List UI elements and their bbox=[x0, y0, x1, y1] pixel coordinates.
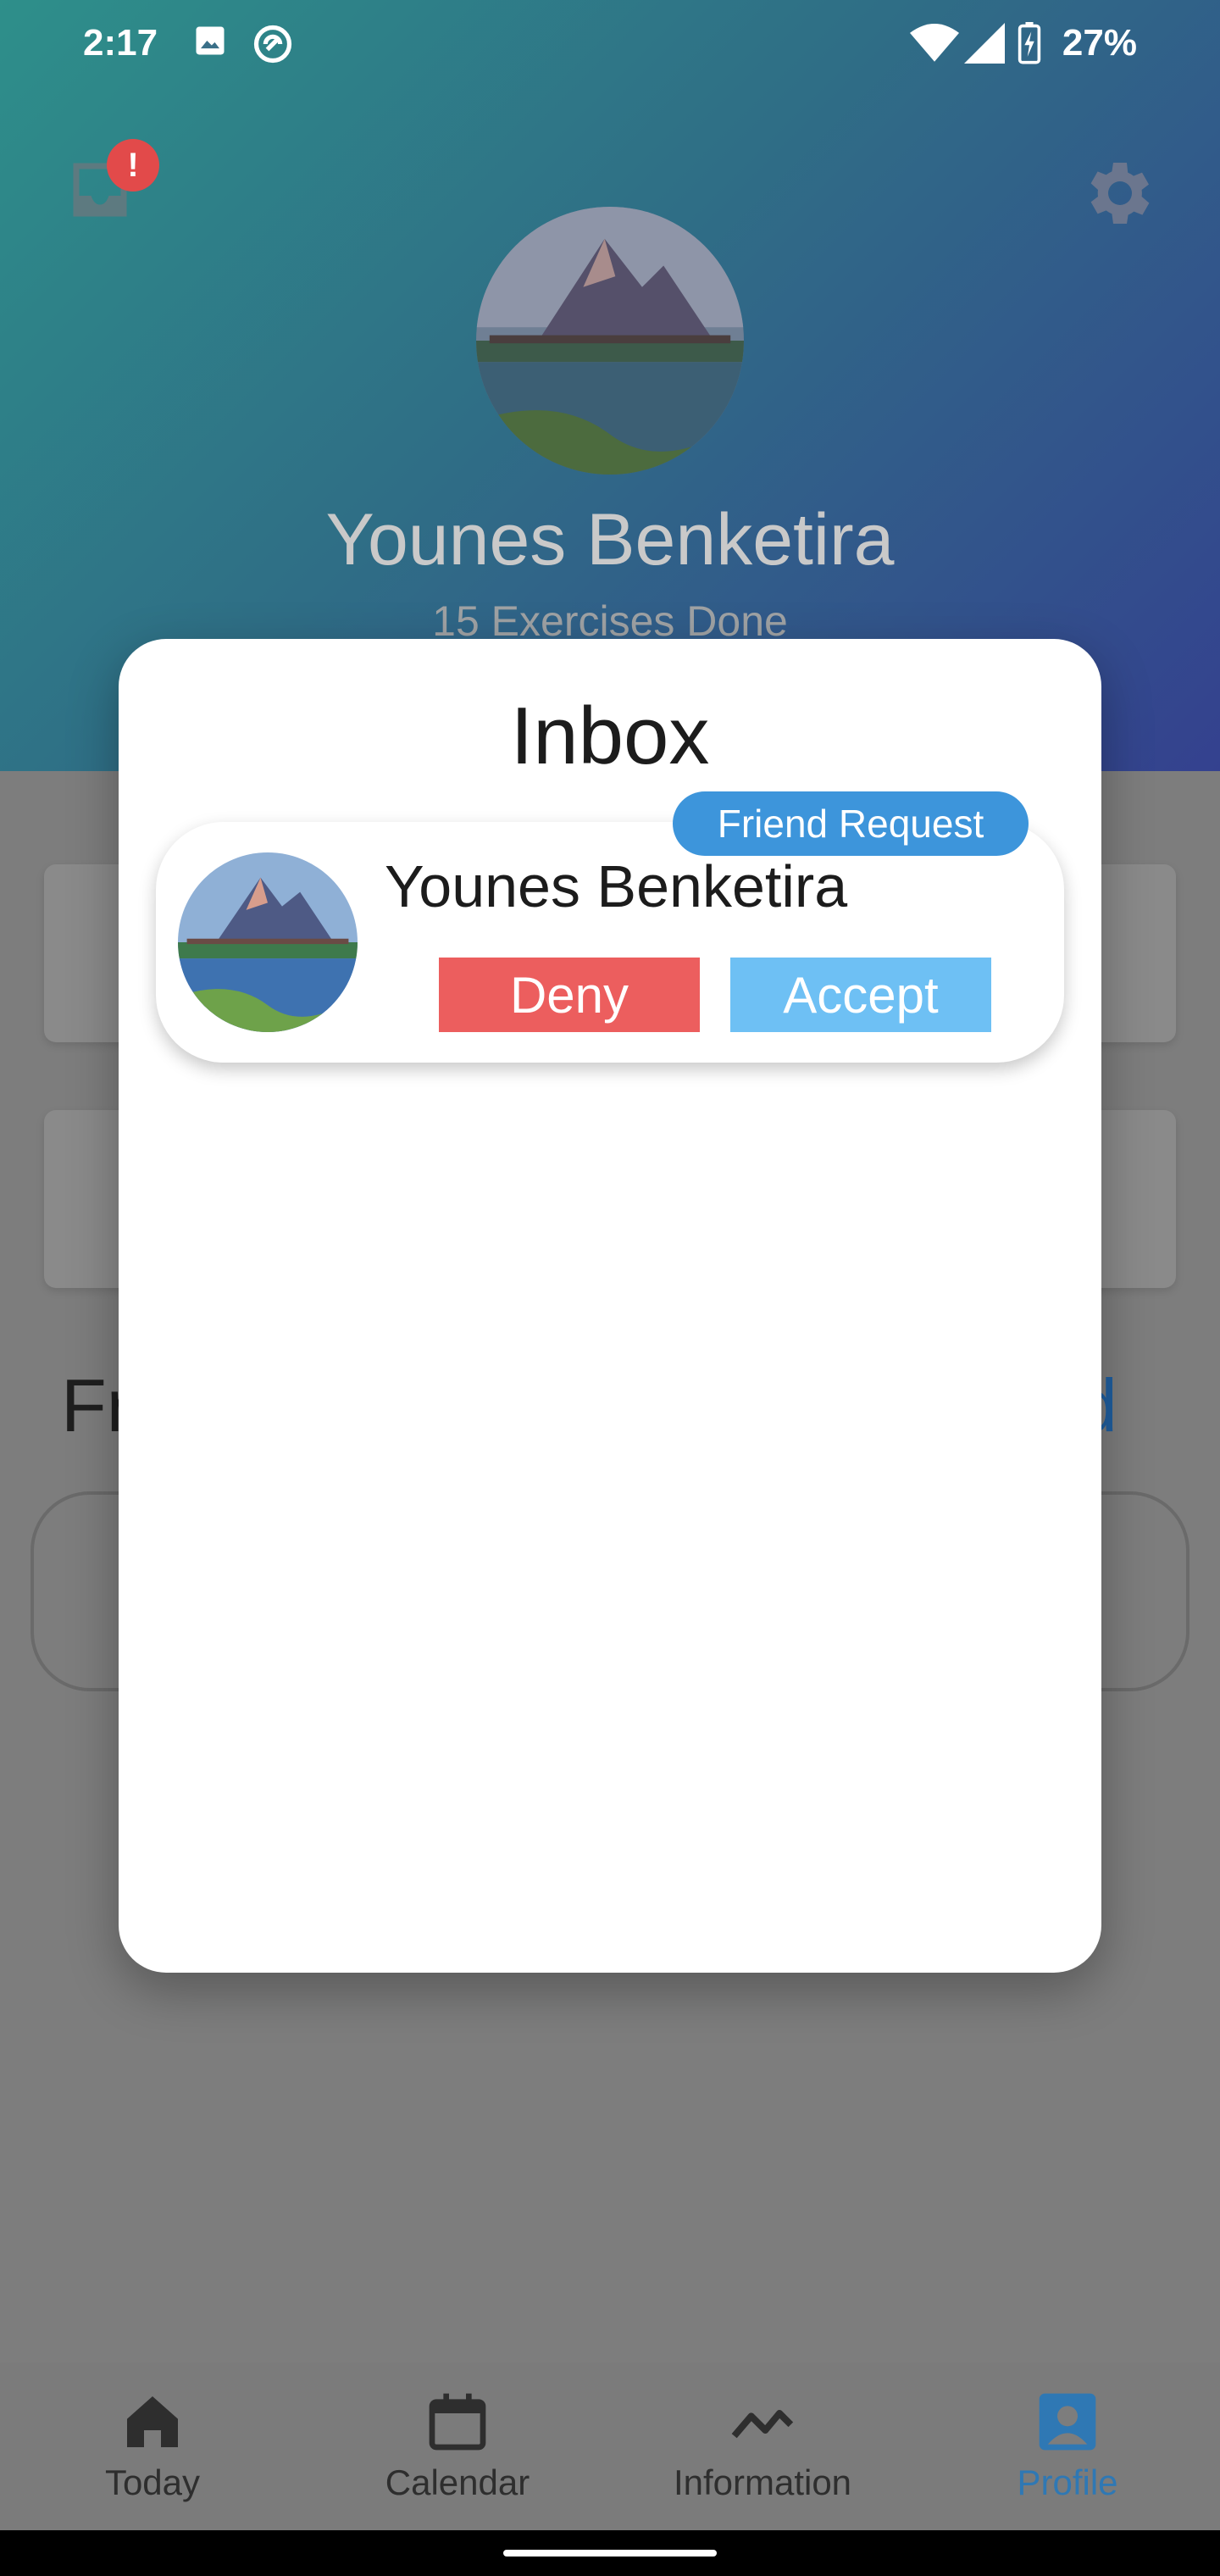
image-icon bbox=[196, 26, 225, 55]
friend-request-card: Younes Benketira Deny Accept bbox=[156, 822, 1064, 1063]
modal-title: Inbox bbox=[510, 691, 710, 781]
profile-name: Younes Benketira bbox=[325, 499, 895, 580]
trend-icon bbox=[731, 2410, 794, 2439]
nav-label: Today bbox=[104, 2462, 201, 2502]
home-icon bbox=[127, 2396, 178, 2447]
request-sender-name: Younes Benketira bbox=[385, 853, 848, 919]
deny-button[interactable]: Deny bbox=[439, 958, 700, 1032]
sync-icon bbox=[253, 25, 292, 64]
nav-item-information[interactable]: Information bbox=[610, 2362, 915, 2530]
request-avatar bbox=[178, 852, 358, 1032]
status-time: 2:17 bbox=[83, 22, 158, 64]
nav-item-calendar[interactable]: Calendar bbox=[305, 2362, 610, 2530]
bottom-nav: Today Calendar Information Profile bbox=[0, 2362, 1220, 2530]
home-gesture-handle[interactable] bbox=[503, 2550, 717, 2557]
inbox-modal: Inbox Younes Benketira Deny Accept Frien… bbox=[119, 639, 1101, 1973]
nav-item-today[interactable]: Today bbox=[0, 2362, 305, 2530]
inbox-notification-badge: ! bbox=[107, 139, 159, 192]
nav-item-profile[interactable]: Profile bbox=[915, 2362, 1220, 2530]
profile-icon bbox=[1039, 2393, 1096, 2451]
battery-percent: 27% bbox=[1062, 22, 1137, 64]
calendar-icon bbox=[429, 2393, 486, 2451]
battery-charging-icon bbox=[1018, 22, 1041, 64]
mountain-landscape-image bbox=[178, 852, 358, 1032]
gear-icon[interactable] bbox=[1076, 153, 1157, 234]
signal-icon bbox=[964, 23, 1005, 64]
profile-avatar[interactable] bbox=[476, 207, 744, 475]
nav-label: Calendar bbox=[385, 2462, 530, 2502]
status-bar: 2:17 27% bbox=[0, 0, 1220, 88]
nav-label: Profile bbox=[1017, 2462, 1118, 2502]
friend-request-badge: Friend Request bbox=[673, 791, 1029, 856]
accept-button[interactable]: Accept bbox=[730, 958, 991, 1032]
mountain-landscape-image bbox=[476, 207, 744, 475]
nav-label: Information bbox=[673, 2462, 852, 2502]
wifi-icon bbox=[910, 24, 959, 62]
